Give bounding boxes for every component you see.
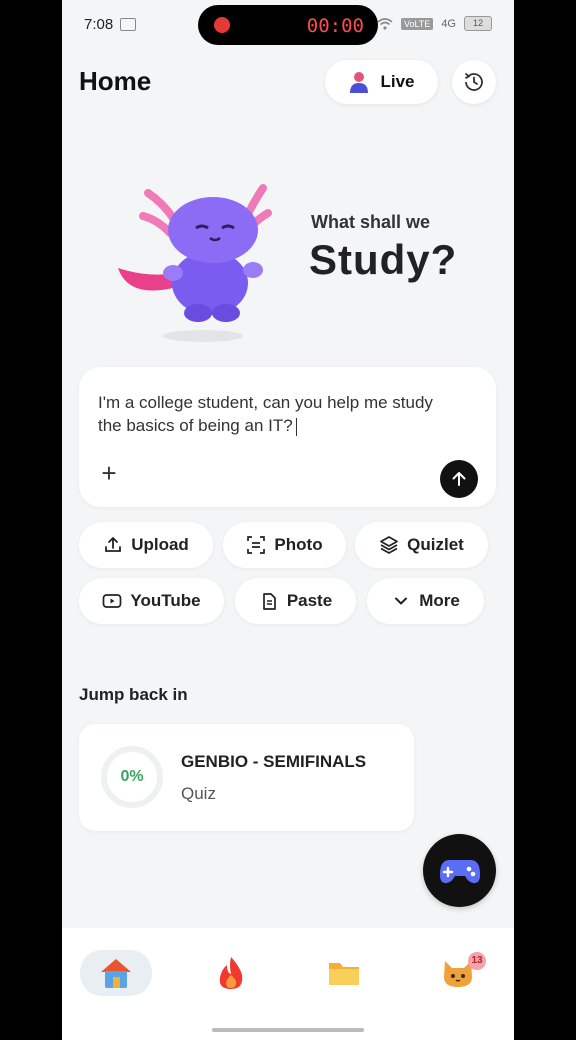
more-button[interactable]: More (367, 578, 484, 624)
history-button[interactable] (452, 60, 496, 104)
paste-button[interactable]: Paste (235, 578, 356, 624)
quizlet-button[interactable]: Quizlet (355, 522, 488, 568)
nav-home[interactable] (80, 950, 152, 996)
home-indicator[interactable] (212, 1028, 364, 1032)
axolotl-mascot-image (118, 184, 272, 342)
upload-icon (105, 537, 122, 552)
battery-icon: 12 (464, 16, 492, 31)
notification-badge: 13 (468, 952, 486, 970)
quiz-type: Quiz (181, 784, 216, 803)
prompt-input[interactable]: I'm a college student, can you help me s… (98, 391, 458, 437)
wifi-icon (377, 17, 393, 30)
prompt-card[interactable]: I'm a college student, can you help me s… (79, 367, 496, 507)
recent-quiz-card[interactable]: 0% GENBIO - SEMIFINALS Quiz (79, 724, 414, 831)
quizlet-label: Quizlet (407, 535, 464, 554)
app-screen: 7:08 00:00 VoLTE 4G 12 Home Live What sh… (62, 0, 514, 1040)
status-time: 7:08 (84, 16, 114, 33)
home-icon (101, 959, 131, 988)
clipboard-icon (262, 593, 276, 610)
text-cursor (295, 417, 298, 436)
prompt-input-text: I'm a college student, can you help me s… (98, 393, 433, 435)
folder-icon (329, 963, 359, 985)
gamepad-icon (439, 859, 480, 883)
send-button[interactable] (440, 460, 478, 498)
status-bar: 7:08 00:00 VoLTE 4G 12 (62, 0, 514, 50)
screen-recorder-pill[interactable]: 00:00 (198, 5, 378, 45)
nav-profile[interactable]: 13 (422, 950, 494, 996)
scan-icon (247, 536, 266, 554)
quiz-title: GENBIO - SEMIFINALS (181, 752, 367, 771)
nav-library[interactable] (308, 950, 380, 996)
screen-cast-icon (120, 18, 136, 31)
jump-back-title: Jump back in (79, 685, 188, 704)
fire-icon (219, 957, 243, 989)
nav-streak[interactable] (195, 950, 267, 996)
add-attachment-button[interactable]: + (97, 460, 121, 486)
youtube-button[interactable]: YouTube (79, 578, 224, 624)
network-type: 4G (441, 17, 456, 30)
record-dot-icon (214, 17, 230, 33)
more-label: More (419, 591, 460, 610)
upload-button[interactable]: Upload (79, 522, 213, 568)
photo-button[interactable]: Photo (223, 522, 346, 568)
page-title: Home (79, 66, 152, 96)
progress-percent: 0% (120, 768, 144, 785)
arrow-up-icon (452, 472, 466, 486)
game-button[interactable] (423, 834, 496, 907)
youtube-icon (103, 594, 122, 608)
live-button[interactable]: Live (325, 60, 438, 104)
upload-label: Upload (131, 535, 189, 554)
volte-badge: VoLTE (400, 17, 434, 30)
hero-subtitle: What shall we (311, 212, 431, 232)
layers-icon (380, 536, 399, 554)
recording-timer: 00:00 (306, 15, 364, 37)
live-label: Live (380, 72, 415, 91)
photo-label: Photo (274, 535, 323, 554)
paste-label: Paste (286, 591, 333, 610)
bottom-navigation: 13 (62, 928, 514, 1040)
youtube-label: YouTube (130, 591, 201, 610)
chevron-down-icon (395, 597, 408, 605)
history-icon (464, 72, 483, 91)
person-icon (350, 72, 369, 93)
system-icons: VoLTE 4G 12 (377, 16, 492, 31)
hero-headline: Study? (309, 236, 458, 283)
